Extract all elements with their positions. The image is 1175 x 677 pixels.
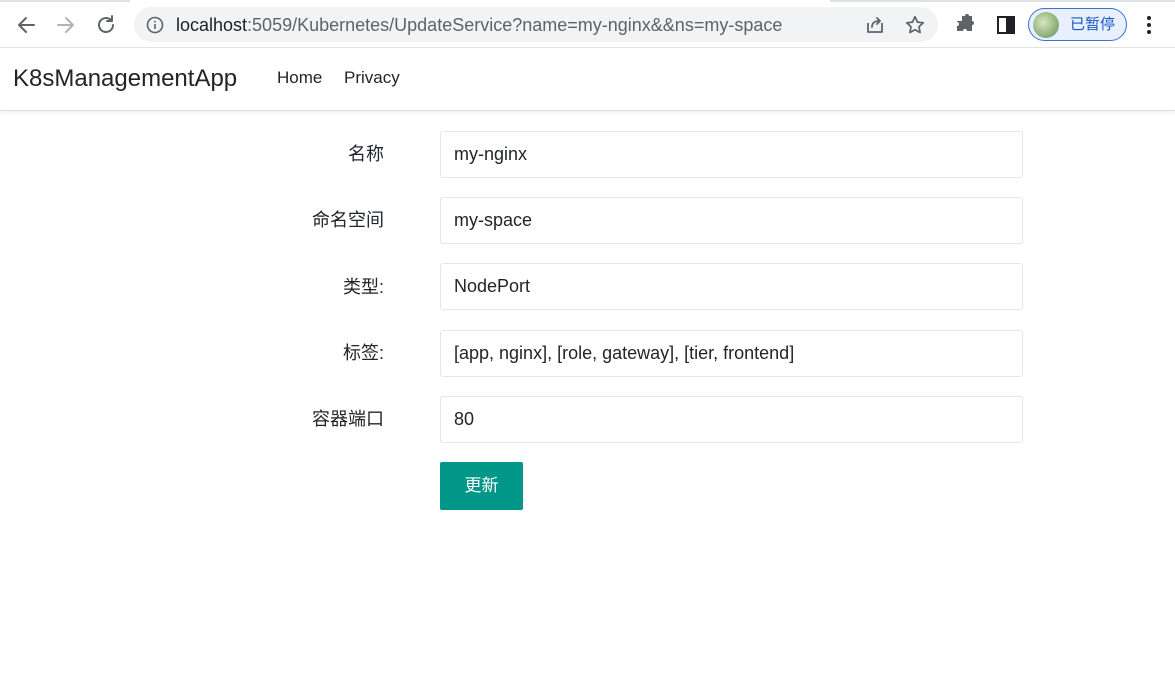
profile-button[interactable]: 已暂停 xyxy=(1028,8,1127,41)
url-host: localhost xyxy=(176,15,248,35)
tab-strip xyxy=(0,0,1175,2)
namespace-input[interactable]: my-space xyxy=(440,197,1023,244)
update-button[interactable]: 更新 xyxy=(440,462,523,510)
side-panel-icon[interactable] xyxy=(994,13,1018,37)
url-text[interactable]: localhost:5059/Kubernetes/UpdateService?… xyxy=(176,15,782,35)
avatar xyxy=(1033,12,1059,38)
profile-status-label: 已暂停 xyxy=(1070,16,1116,33)
namespace-label: 命名空间 xyxy=(312,210,384,230)
share-icon[interactable] xyxy=(864,14,886,36)
bookmark-star-icon[interactable] xyxy=(904,14,926,36)
more-menu-icon[interactable] xyxy=(1140,12,1158,38)
forward-icon[interactable] xyxy=(53,12,79,38)
container-port-label: 容器端口 xyxy=(312,409,384,429)
labels-input[interactable]: [app, nginx], [role, gateway], [tier, fr… xyxy=(440,330,1023,377)
reload-icon[interactable] xyxy=(93,12,119,38)
name-input[interactable]: my-nginx xyxy=(440,131,1023,178)
brand-link[interactable]: K8sManagementApp xyxy=(13,65,237,93)
type-label: 类型: xyxy=(342,277,384,297)
url-path: :5059/Kubernetes/UpdateService?name=my-n… xyxy=(247,15,783,35)
app-navbar: K8sManagementApp Home Privacy xyxy=(0,48,1175,111)
active-tab-indicator xyxy=(130,0,830,2)
nav-link-privacy[interactable]: Privacy xyxy=(344,68,400,88)
browser-toolbar: localhost:5059/Kubernetes/UpdateService?… xyxy=(0,0,1175,48)
back-icon[interactable] xyxy=(13,12,39,38)
nav-link-home[interactable]: Home xyxy=(277,68,322,88)
labels-label: 标签: xyxy=(342,343,384,363)
type-input[interactable]: NodePort xyxy=(440,263,1023,310)
address-bar[interactable]: localhost:5059/Kubernetes/UpdateService?… xyxy=(134,7,938,42)
site-info-icon[interactable] xyxy=(146,16,164,34)
extensions-puzzle-icon[interactable] xyxy=(953,13,977,37)
name-label: 名称 xyxy=(348,144,384,164)
container-port-input[interactable]: 80 xyxy=(440,396,1023,443)
